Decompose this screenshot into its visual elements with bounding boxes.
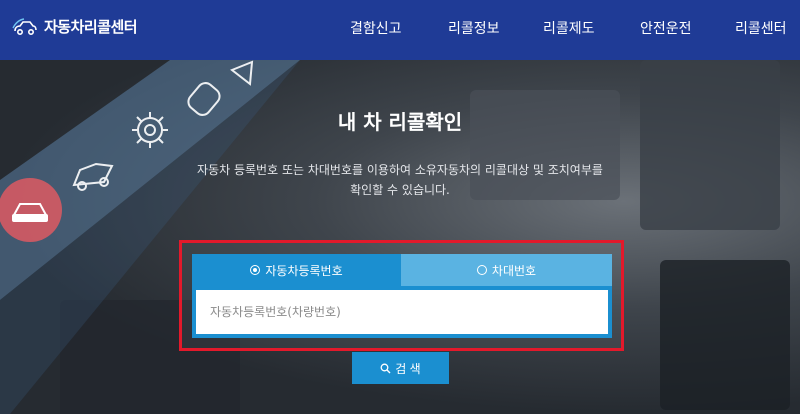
hero-section: 내 차 리콜확인 자동차 등록번호 또는 차대번호를 이용하여 소유자동차의 리…: [0, 60, 800, 414]
hero-description-line-1: 자동차 등록번호 또는 차대번호를 이용하여 소유자동차의 리콜대상 및 조치여…: [197, 163, 603, 177]
tab-vin[interactable]: 차대번호: [401, 254, 612, 286]
site-logo[interactable]: 자동차리콜센터: [12, 16, 138, 37]
nav-item-recall-info[interactable]: 리콜정보: [448, 0, 500, 60]
vehicle-number-input[interactable]: [196, 290, 608, 334]
radio-checked-icon: [250, 265, 261, 275]
search-icon: [380, 363, 391, 373]
nav-item-safe-driving[interactable]: 안전운전: [640, 0, 692, 60]
search-input-wrapper: [192, 286, 612, 338]
tab-registration-label: 자동차등록번호: [265, 263, 343, 278]
nav-item-recall-center[interactable]: 리콜센터: [735, 0, 787, 60]
hero-description: 자동차 등록번호 또는 차대번호를 이용하여 소유자동차의 리콜대상 및 조치여…: [0, 160, 800, 200]
nav-item-defect-report[interactable]: 결함신고: [350, 0, 402, 60]
search-button-label: 검 색: [395, 361, 421, 376]
car-logo-icon: [12, 17, 37, 35]
tab-vin-label: 차대번호: [491, 263, 537, 278]
hero-description-line-2: 확인할 수 있습니다.: [350, 183, 450, 197]
nav-item-recall-system[interactable]: 리콜제도: [543, 0, 595, 60]
logo-text: 자동차리콜센터: [44, 18, 138, 36]
search-tabs: 자동차등록번호 차대번호: [192, 254, 612, 286]
radio-unchecked-icon: [476, 265, 487, 275]
tab-registration-number[interactable]: 자동차등록번호: [192, 254, 401, 286]
search-button[interactable]: 검 색: [352, 352, 449, 384]
page-title: 내 차 리콜확인: [337, 110, 463, 134]
site-header: 자동차리콜센터 결함신고 리콜정보 리콜제도 안전운전 리콜센터: [0, 0, 800, 60]
search-panel: 자동차등록번호 차대번호: [179, 240, 624, 351]
